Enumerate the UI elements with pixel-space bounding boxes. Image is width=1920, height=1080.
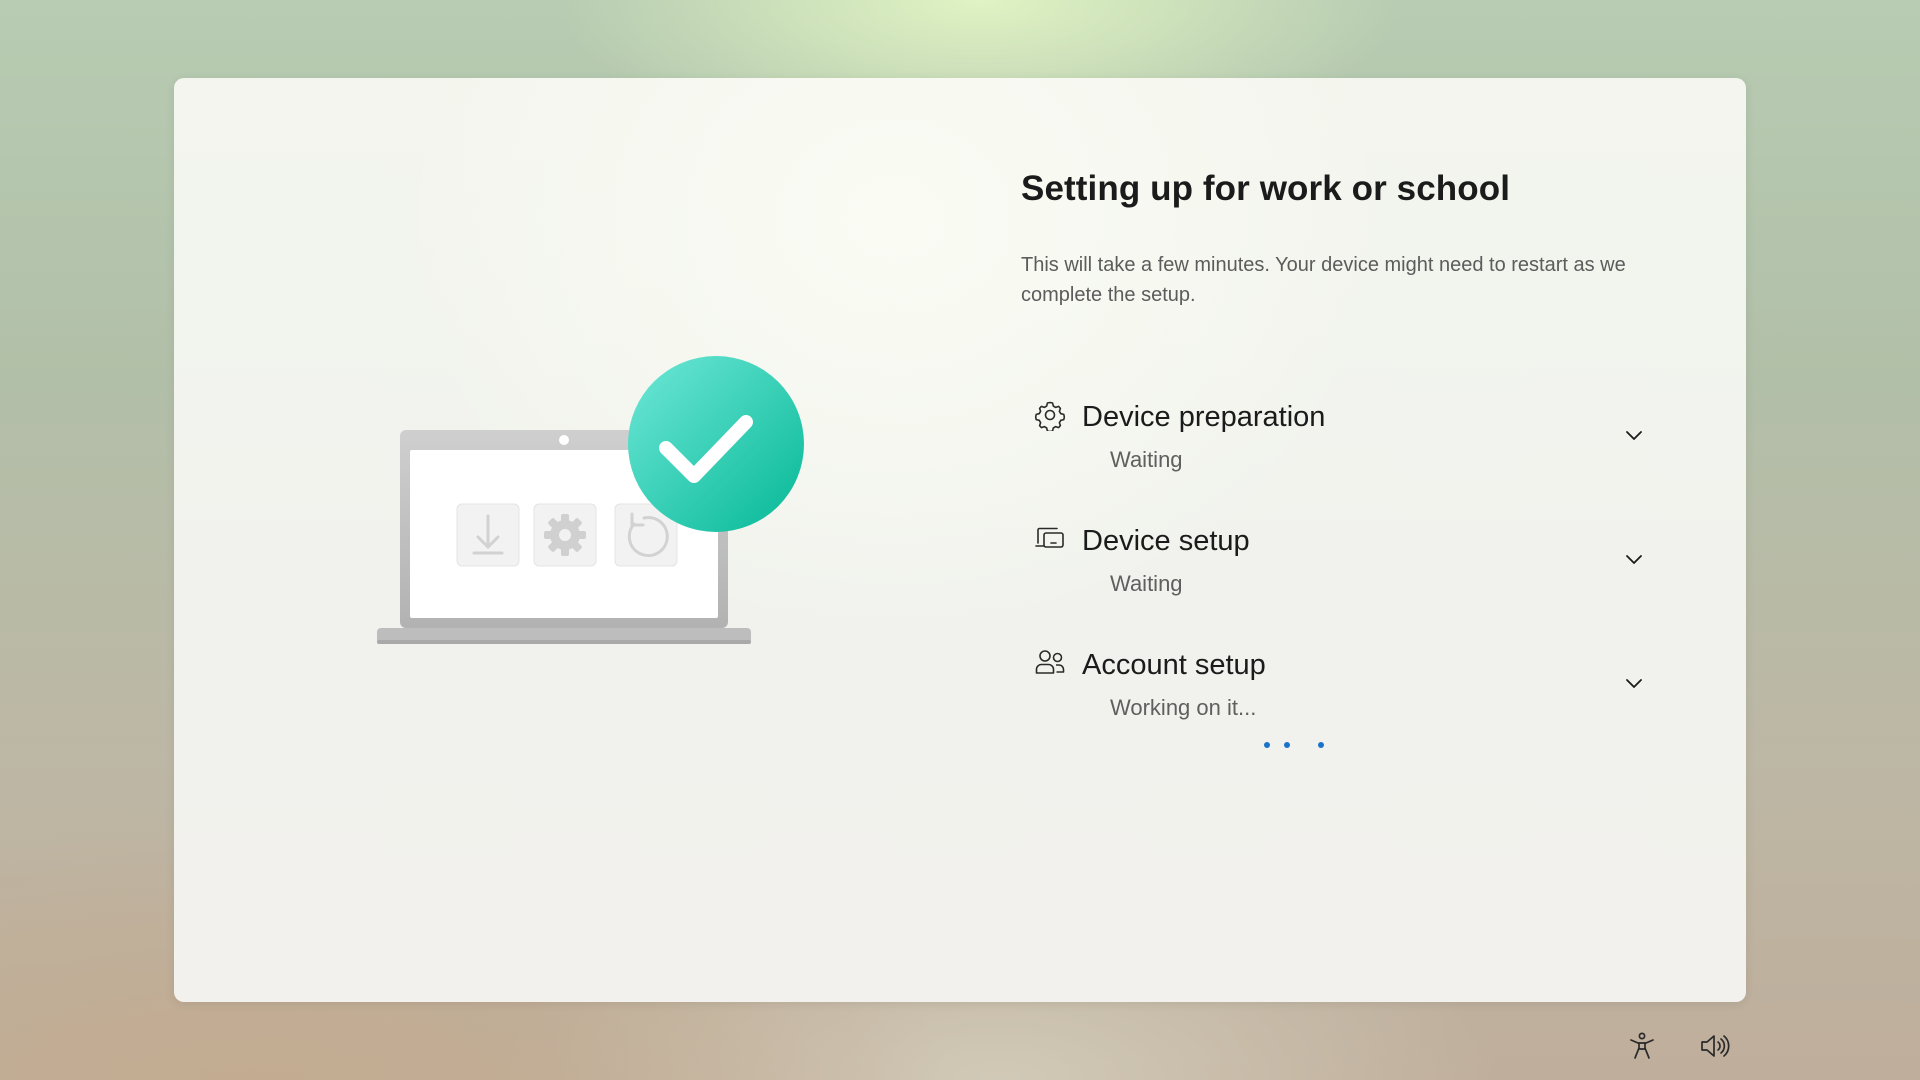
progress-dot [1284, 742, 1290, 748]
laptop-illustration [376, 356, 806, 656]
step-label: Device preparation [1082, 401, 1326, 433]
step-status: Working on it... [1110, 695, 1257, 720]
progress-dot [1318, 742, 1324, 748]
step-account-setup[interactable]: Account setup Working on it... [1030, 643, 1655, 767]
chevron-down-icon[interactable] [1622, 423, 1646, 447]
progress-dot [1264, 742, 1270, 748]
page-subtitle: This will take a few minutes. Your devic… [1021, 254, 1626, 306]
step-device-preparation[interactable]: Device preparation Waiting [1030, 395, 1655, 519]
volume-icon[interactable] [1698, 1030, 1730, 1062]
chevron-down-icon[interactable] [1622, 547, 1646, 571]
step-device-setup[interactable]: Device setup Waiting [1030, 519, 1655, 643]
step-label: Device setup [1082, 525, 1250, 557]
gear-tile [533, 503, 597, 567]
setup-steps: Device preparation Waiting Device setup … [1030, 395, 1655, 767]
download-tile [456, 503, 520, 567]
device-setup-icon [1035, 527, 1064, 548]
gear-icon [1034, 401, 1066, 431]
accessibility-icon[interactable] [1626, 1030, 1658, 1062]
setup-content: Setting up for work or school This will … [1021, 164, 1661, 310]
step-status: Waiting [1110, 447, 1183, 472]
progress-dots [1262, 740, 1332, 750]
chevron-down-icon[interactable] [1622, 671, 1646, 695]
people-icon [1035, 650, 1065, 674]
page-title: Setting up for work or school [1021, 169, 1511, 208]
step-status: Waiting [1110, 571, 1183, 596]
step-label: Account setup [1082, 649, 1266, 681]
